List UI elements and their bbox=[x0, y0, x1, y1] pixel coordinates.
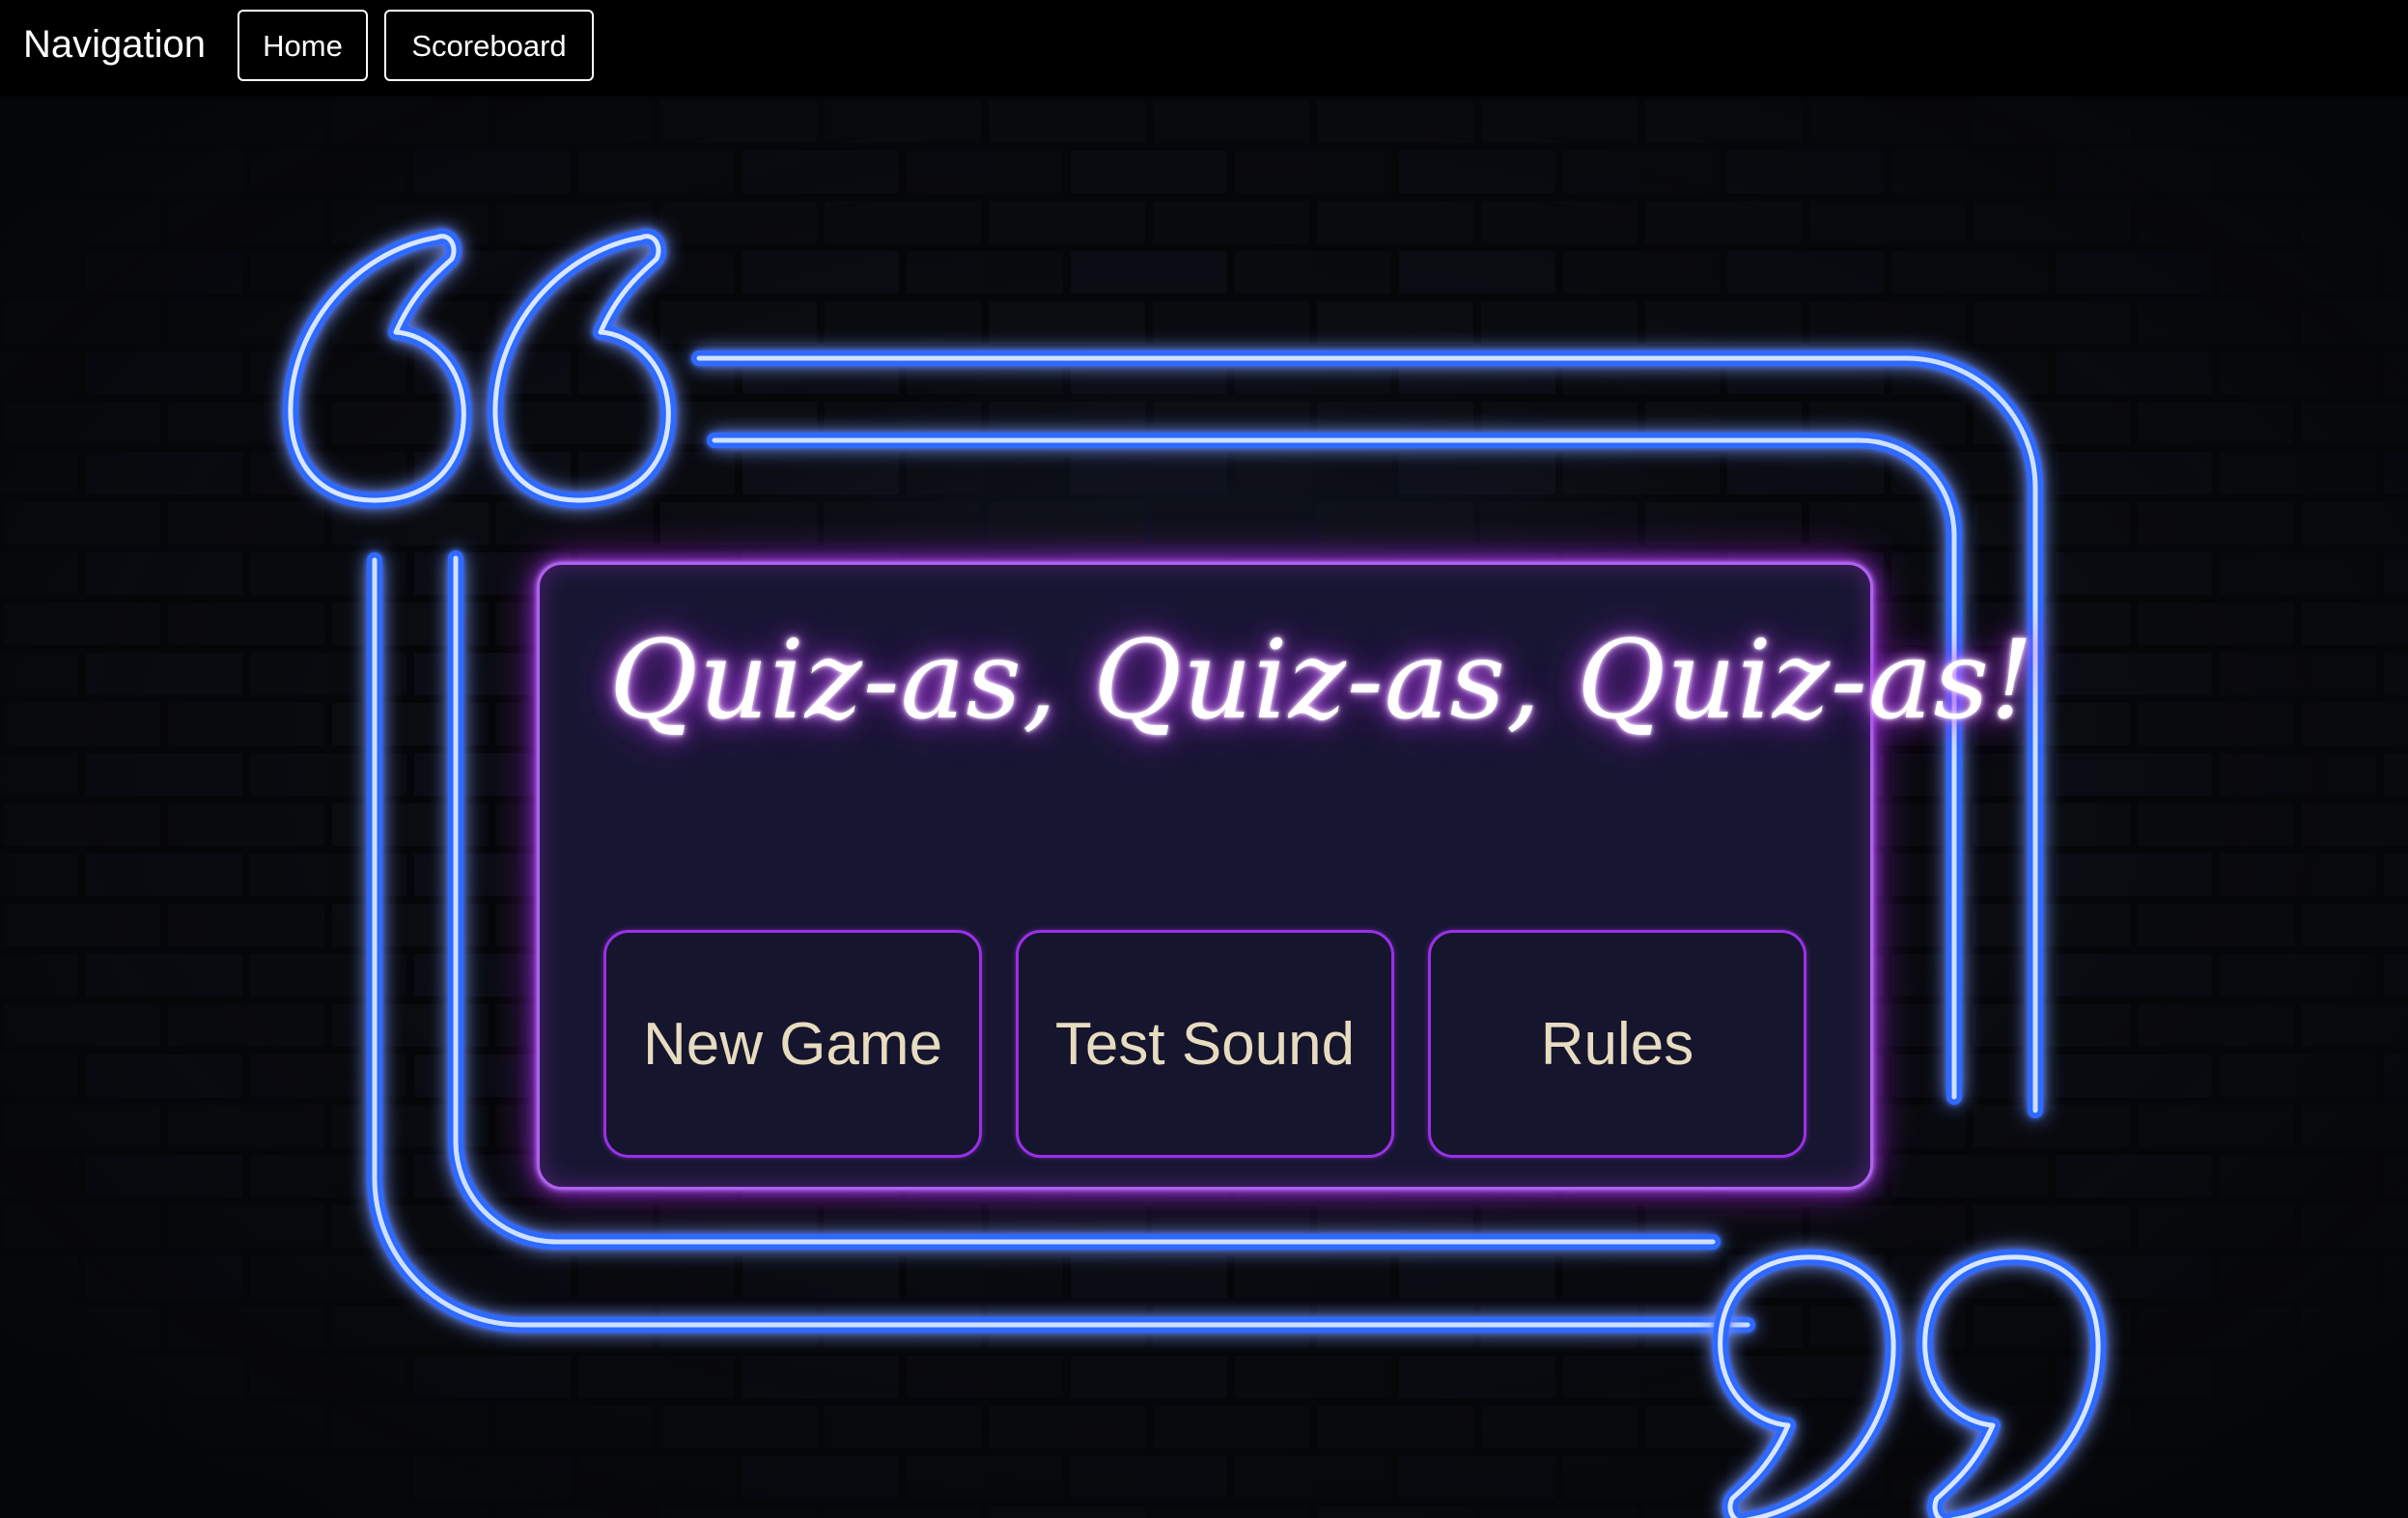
open-quote-icon bbox=[282, 228, 677, 509]
navigation-bar: Navigation Home Scoreboard bbox=[0, 0, 2408, 97]
scoreboard-button[interactable]: Scoreboard bbox=[384, 10, 594, 81]
game-title: Quiz-as, Quiz-as, Quiz-as! bbox=[609, 618, 2035, 744]
nav-title: Navigation bbox=[23, 23, 207, 66]
game-menu-panel: Quiz-as, Quiz-as, Quiz-as! New Game Test… bbox=[537, 562, 2035, 1190]
home-button[interactable]: Home bbox=[238, 10, 368, 81]
new-game-button[interactable]: New Game bbox=[603, 930, 982, 1158]
game-stage: Quiz-as, Quiz-as, Quiz-as! New Game Test… bbox=[0, 0, 2408, 1518]
test-sound-button[interactable]: Test Sound bbox=[1016, 930, 1394, 1158]
close-quote-icon bbox=[1712, 1249, 2107, 1518]
rules-button[interactable]: Rules bbox=[1428, 930, 1806, 1158]
